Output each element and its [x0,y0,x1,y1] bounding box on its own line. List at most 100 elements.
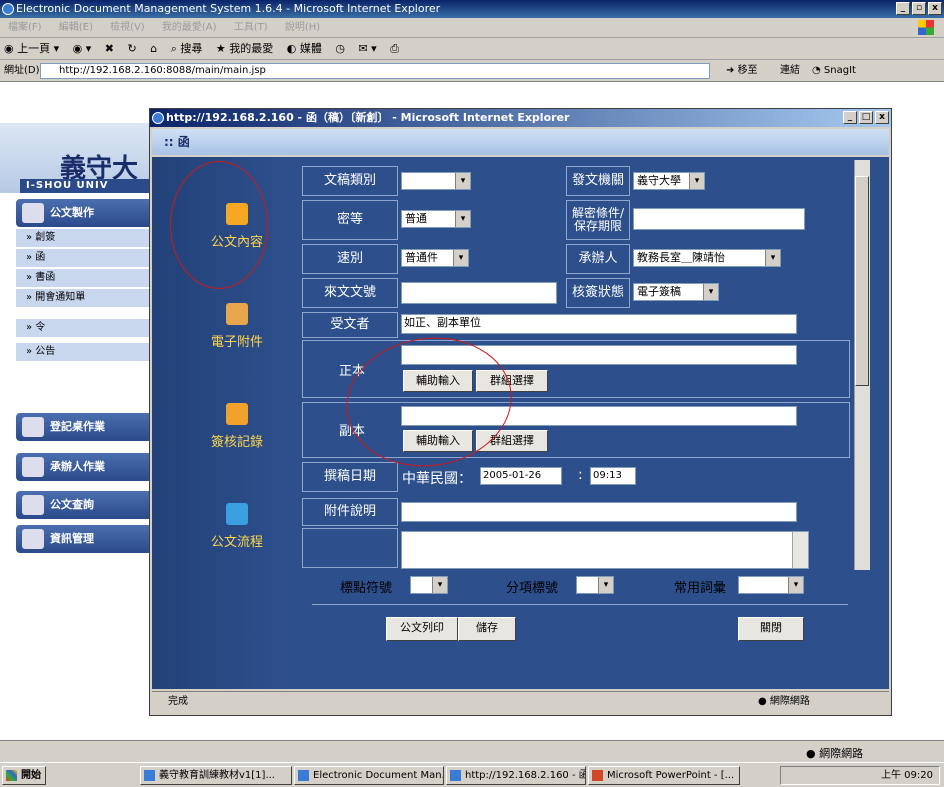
punct-select[interactable] [410,576,448,594]
phrase-label: 常用詞彙 [674,581,727,596]
sidebar-section-registry[interactable]: 登記桌作業 [16,413,150,441]
item-label: 分項標號 [506,581,559,596]
content-scrollbar[interactable] [792,532,808,568]
outer-window-title-text: Electronic Document Management System 1.… [16,2,441,15]
search-button[interactable]: ⌕ 搜尋 [171,38,203,60]
sidebar-section-handler[interactable]: 承辦人作業 [16,453,150,481]
ie-icon [450,770,461,781]
handler-icon [22,457,44,477]
taskbar: 開始 義守教育訓練教材v1[1]... Electronic Document … [0,762,944,787]
sidebar-item-letter[interactable]: » 函 [16,249,150,267]
start-button[interactable]: 開始 [2,766,46,785]
recipient-input[interactable]: 如正、副本單位 [401,314,797,334]
handler-select[interactable]: 教務長室＿陳靖怡 [633,249,781,267]
tool-doc-flow[interactable]: 公文流程 [192,503,282,550]
info-icon [22,529,44,549]
flow-icon [226,503,248,525]
mail-button[interactable]: ✉ ▾ [358,38,376,60]
close-form-button[interactable]: 關閉 [738,617,804,641]
issuer-select[interactable]: 義守大學 [633,172,705,190]
task-item-edms[interactable]: Electronic Document Man... [294,766,444,785]
refresh-button[interactable]: ↻ [127,38,136,60]
sidebar-item-order[interactable]: » 令 [16,319,150,337]
incoming-label: 來文文號 [302,278,398,308]
sign-status-select[interactable]: 電子簽稿 [633,283,719,301]
query-icon [22,495,44,515]
minimize-button[interactable]: _ [896,2,910,15]
tool-sign-record[interactable]: 簽核記錄 [192,403,282,450]
popup-header-title: 函 [177,135,190,149]
home-button[interactable]: ⌂ [150,38,157,60]
secret-label: 密等 [302,200,398,240]
menu-help[interactable]: 說明(H) [285,22,320,33]
sidebar-item-memo[interactable]: » 書函 [16,269,150,287]
registry-icon [22,417,44,437]
university-name-en: I-SHOU UNIV [20,179,150,193]
popup-close-button[interactable]: x [875,111,889,124]
address-bar: 網址(D) http://192.168.2.160:8088/main/mai… [0,60,944,82]
content-textarea[interactable] [401,531,809,569]
secret-select[interactable]: 普通 [401,210,471,228]
restore-button[interactable]: ▫ [912,2,926,15]
content-label-cell [302,528,398,568]
forward-button[interactable]: ◉ ▾ [73,38,92,60]
go-button[interactable]: ➜ 移至 [726,60,758,82]
print-doc-button[interactable]: 公文列印 [386,617,458,641]
sidebar-section-query[interactable]: 公文查詢 [16,491,150,519]
close-button[interactable]: x [928,2,942,15]
sidebar-item-draft[interactable]: » 創簽 [16,229,150,247]
recipient-label: 受文者 [302,312,398,338]
menu-favorites[interactable]: 我的最愛(A) [162,22,217,33]
favorites-button[interactable]: ★ 我的最愛 [216,38,273,60]
phrase-select[interactable] [738,576,804,594]
ie-icon [2,3,14,15]
sidebar-item-meeting[interactable]: » 開會通知單 [16,289,150,307]
divider [312,604,848,605]
address-input[interactable]: http://192.168.2.160:8088/main/main.jsp [40,63,710,79]
handler-label: 承辦人 [566,244,630,274]
tool-attachment[interactable]: 電子附件 [192,303,282,350]
time-separator: : [578,467,583,483]
doc-type-select[interactable] [401,172,471,190]
draft-time-input[interactable]: 09:13 [590,467,636,485]
attach-label: 附件說明 [302,498,398,526]
windows-logo-icon [6,770,17,781]
address-label: 網址(D) [4,65,40,76]
task-item-training[interactable]: 義守教育訓練教材v1[1]... [140,766,292,785]
stop-button[interactable]: ✖ [105,38,114,60]
popup-minimize-button[interactable]: _ [843,111,857,124]
media-button[interactable]: ◐ 媒體 [287,38,322,60]
save-button[interactable]: 儲存 [458,617,516,641]
popup-maximize-button[interactable]: □ [859,111,873,124]
draft-date-input[interactable]: 2005-01-26 [480,467,562,485]
task-item-popup[interactable]: http://192.168.2.160 - 函... [446,766,586,785]
sidebar-section-doc-making[interactable]: 公文製作 [16,199,150,227]
key-icon [226,403,248,425]
speed-select[interactable]: 普通件 [401,249,469,267]
back-button[interactable]: ◉ 上一頁 ▾ [4,38,59,60]
form-scrollbar-thumb[interactable] [855,176,869,386]
speed-label: 速別 [302,244,398,274]
history-button[interactable]: ◷ [335,38,345,60]
word-icon [144,770,155,781]
menu-tools[interactable]: 工具(T) [234,22,268,33]
print-button[interactable]: ⎙ [390,38,399,60]
ie-icon [298,770,309,781]
declass-input[interactable] [633,208,805,230]
task-item-powerpoint[interactable]: Microsoft PowerPoint - [... [588,766,740,785]
links-button[interactable]: 連結 [780,60,800,82]
menu-edit[interactable]: 編輯(E) [59,22,93,33]
popup-status-text: 完成 [168,696,188,707]
sign-status-label: 核簽狀態 [566,278,630,308]
incoming-input[interactable] [401,282,557,304]
draft-date-label: 撰稿日期 [302,462,398,492]
snagit-button[interactable]: ◔ SnagIt [812,60,856,82]
popup-zone: ● 網際網路 [758,696,810,707]
menu-view[interactable]: 檢視(V) [110,22,145,33]
sidebar-item-announce[interactable]: » 公告 [16,343,150,361]
sidebar-section-info[interactable]: 資訊管理 [16,525,150,553]
item-select[interactable] [576,576,614,594]
menu-file[interactable]: 檔案(F) [8,22,42,33]
declass-label: 解密條件/保存期限 [566,200,630,240]
attach-input[interactable] [401,502,797,522]
